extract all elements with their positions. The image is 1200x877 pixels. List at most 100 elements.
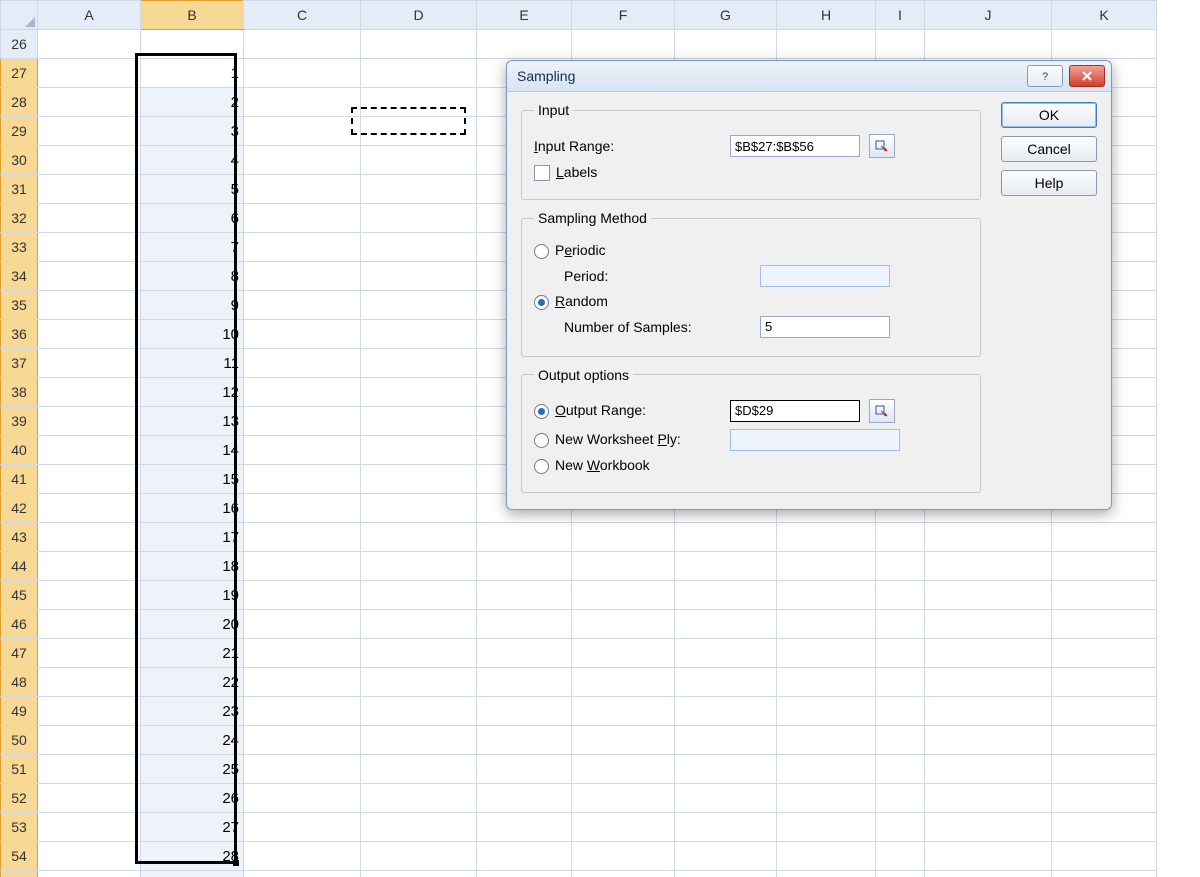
output-range-option[interactable]: Output Range: (534, 402, 720, 419)
cell-C44[interactable] (244, 552, 361, 581)
cell-B47[interactable]: 21 (141, 639, 244, 668)
cell-C37[interactable] (244, 349, 361, 378)
cell-D37[interactable] (361, 349, 477, 378)
cell-C26[interactable] (244, 30, 361, 59)
cell-B35[interactable]: 9 (141, 291, 244, 320)
row-header-40[interactable]: 40 (1, 436, 38, 465)
random-radio[interactable] (534, 295, 549, 310)
cell-H50[interactable] (777, 726, 876, 755)
cell-C49[interactable] (244, 697, 361, 726)
cell-C50[interactable] (244, 726, 361, 755)
cell-H51[interactable] (777, 755, 876, 784)
cell-D40[interactable] (361, 436, 477, 465)
new-worksheet-ply-field[interactable] (730, 429, 900, 451)
cell-C32[interactable] (244, 204, 361, 233)
col-header-J[interactable]: J (925, 1, 1052, 30)
cell-A34[interactable] (38, 262, 141, 291)
cell-D44[interactable] (361, 552, 477, 581)
cell-A29[interactable] (38, 117, 141, 146)
col-header-F[interactable]: F (572, 1, 675, 30)
cell-J43[interactable] (925, 523, 1052, 552)
cell-D46[interactable] (361, 610, 477, 639)
cell-E49[interactable] (477, 697, 572, 726)
cell-C28[interactable] (244, 88, 361, 117)
cell-C48[interactable] (244, 668, 361, 697)
cell-B36[interactable]: 10 (141, 320, 244, 349)
cell-F48[interactable] (572, 668, 675, 697)
cell-C36[interactable] (244, 320, 361, 349)
row-header-41[interactable]: 41 (1, 465, 38, 494)
cell-J47[interactable] (925, 639, 1052, 668)
cell-E48[interactable] (477, 668, 572, 697)
cell-D35[interactable] (361, 291, 477, 320)
row-header-50[interactable]: 50 (1, 726, 38, 755)
period-field[interactable] (760, 265, 890, 287)
cell-J55[interactable] (925, 871, 1052, 877)
row-header-34[interactable]: 34 (1, 262, 38, 291)
cell-F44[interactable] (572, 552, 675, 581)
new-worksheet-ply-option[interactable]: New Worksheet Ply: (534, 431, 720, 448)
cell-E46[interactable] (477, 610, 572, 639)
cell-D39[interactable] (361, 407, 477, 436)
cell-B54[interactable]: 28 (141, 842, 244, 871)
cell-A38[interactable] (38, 378, 141, 407)
row-header-37[interactable]: 37 (1, 349, 38, 378)
cell-A54[interactable] (38, 842, 141, 871)
cell-E47[interactable] (477, 639, 572, 668)
cell-C46[interactable] (244, 610, 361, 639)
cell-E55[interactable] (477, 871, 572, 877)
cell-H26[interactable] (777, 30, 876, 59)
cell-F54[interactable] (572, 842, 675, 871)
cell-F50[interactable] (572, 726, 675, 755)
cell-G47[interactable] (675, 639, 777, 668)
cell-G43[interactable] (675, 523, 777, 552)
row-header-26[interactable]: 26 (1, 30, 38, 59)
cell-G44[interactable] (675, 552, 777, 581)
new-worksheet-ply-radio[interactable] (534, 433, 549, 448)
col-header-K[interactable]: K (1052, 1, 1157, 30)
cell-D30[interactable] (361, 146, 477, 175)
cell-K26[interactable] (1052, 30, 1157, 59)
cell-D45[interactable] (361, 581, 477, 610)
cell-A27[interactable] (38, 59, 141, 88)
cell-G46[interactable] (675, 610, 777, 639)
row-header-49[interactable]: 49 (1, 697, 38, 726)
cell-D52[interactable] (361, 784, 477, 813)
cell-C39[interactable] (244, 407, 361, 436)
cell-A55[interactable] (38, 871, 141, 877)
output-range-field[interactable] (730, 400, 860, 422)
row-header-33[interactable]: 33 (1, 233, 38, 262)
cell-G51[interactable] (675, 755, 777, 784)
cell-D36[interactable] (361, 320, 477, 349)
cell-D41[interactable] (361, 465, 477, 494)
cell-A39[interactable] (38, 407, 141, 436)
cell-F49[interactable] (572, 697, 675, 726)
cell-C29[interactable] (244, 117, 361, 146)
row-header-36[interactable]: 36 (1, 320, 38, 349)
row-header-30[interactable]: 30 (1, 146, 38, 175)
cell-A26[interactable] (38, 30, 141, 59)
row-header-32[interactable]: 32 (1, 204, 38, 233)
cell-D28[interactable] (361, 88, 477, 117)
cell-B31[interactable]: 5 (141, 175, 244, 204)
cell-H49[interactable] (777, 697, 876, 726)
cell-B40[interactable]: 14 (141, 436, 244, 465)
cell-F43[interactable] (572, 523, 675, 552)
cell-A30[interactable] (38, 146, 141, 175)
cell-G48[interactable] (675, 668, 777, 697)
row-header-39[interactable]: 39 (1, 407, 38, 436)
cell-A51[interactable] (38, 755, 141, 784)
cell-A33[interactable] (38, 233, 141, 262)
cell-E52[interactable] (477, 784, 572, 813)
cell-B26[interactable] (141, 30, 244, 59)
cell-B46[interactable]: 20 (141, 610, 244, 639)
cell-F55[interactable] (572, 871, 675, 877)
cell-D51[interactable] (361, 755, 477, 784)
cell-A48[interactable] (38, 668, 141, 697)
col-header-D[interactable]: D (361, 1, 477, 30)
cell-J26[interactable] (925, 30, 1052, 59)
cell-I26[interactable] (876, 30, 925, 59)
cell-I54[interactable] (876, 842, 925, 871)
cell-A52[interactable] (38, 784, 141, 813)
cell-D38[interactable] (361, 378, 477, 407)
